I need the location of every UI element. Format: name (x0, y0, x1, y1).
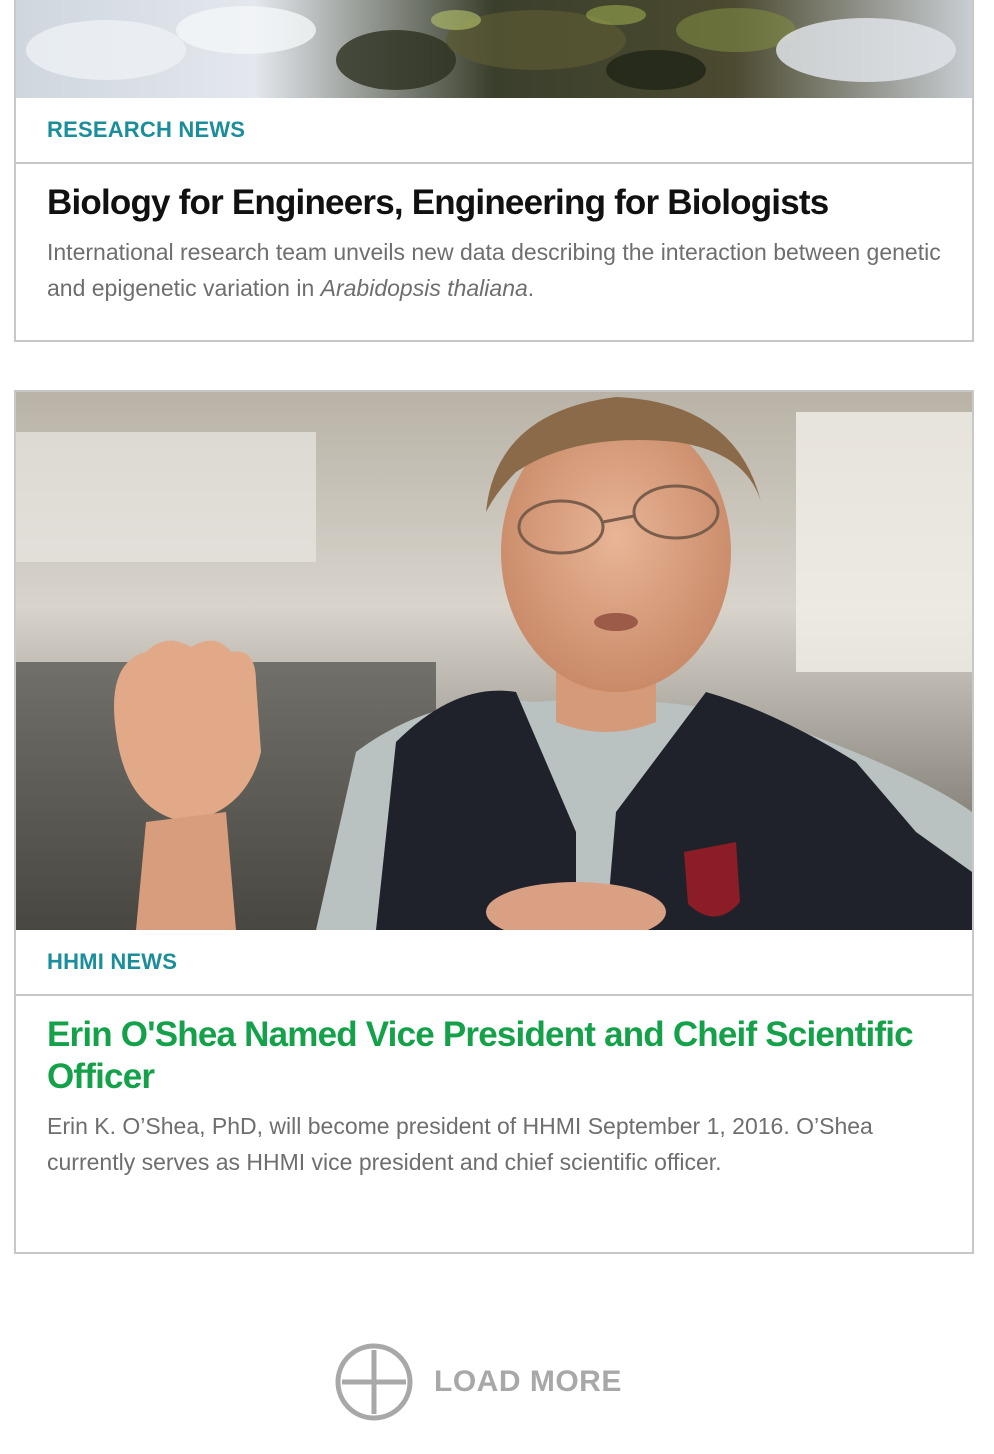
article-category[interactable]: RESEARCH NEWS (16, 98, 972, 164)
plant-photo (16, 0, 972, 98)
article-image-plant[interactable] (16, 0, 972, 98)
article-title[interactable]: Biology for Engineers, Engineering for B… (47, 182, 941, 224)
article-summary: Erin K. O’Shea, PhD, will become preside… (47, 1113, 873, 1175)
plus-circle-icon (335, 1343, 413, 1421)
summary-species: Arabidopsis thaliana (320, 275, 528, 301)
summary-end: . (527, 275, 535, 301)
article-card-hhmi[interactable]: HHMI NEWS Erin O'Shea Named Vice Preside… (14, 390, 974, 1254)
article-image-portrait[interactable] (16, 392, 972, 930)
load-more-label: LOAD MORE (434, 1365, 622, 1398)
article-summary: International research team unveils new … (47, 234, 941, 306)
load-more-button[interactable]: LOAD MORE (334, 1340, 622, 1424)
article-title[interactable]: Erin O'Shea Named Vice President and Che… (47, 1014, 941, 1098)
article-category[interactable]: HHMI NEWS (16, 930, 972, 996)
article-card-research[interactable]: RESEARCH NEWS Biology for Engineers, Eng… (14, 0, 974, 342)
portrait-photo (16, 392, 972, 930)
